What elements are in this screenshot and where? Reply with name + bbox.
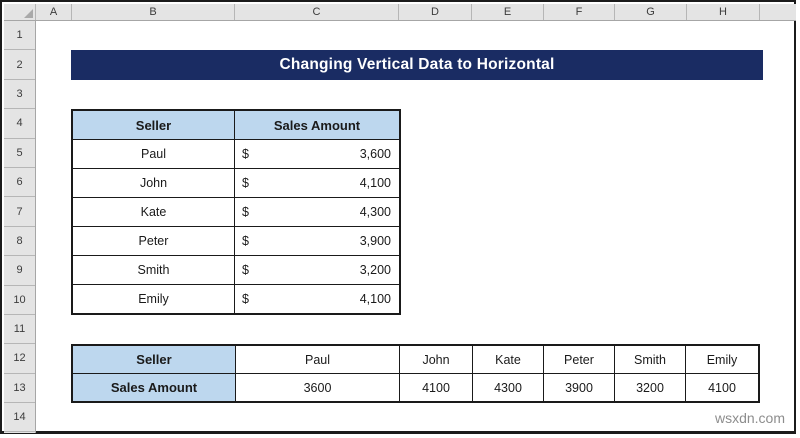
row-header-2[interactable]: 2: [4, 50, 35, 80]
seller-cell[interactable]: Kate: [73, 198, 234, 226]
row-header-14[interactable]: 14: [4, 403, 35, 433]
seller-cell[interactable]: Smith: [73, 256, 234, 284]
currency-symbol: $: [242, 176, 249, 190]
row-header-8[interactable]: 8: [4, 227, 35, 257]
amount-cell[interactable]: $ 4,300: [235, 198, 399, 226]
horizontal-table-label-sales-amount[interactable]: Sales Amount: [73, 374, 235, 401]
seller-cell[interactable]: Peter: [73, 227, 234, 255]
column-header-a[interactable]: A: [36, 4, 72, 20]
amount-value: 3,200: [359, 263, 391, 277]
row-header-3[interactable]: 3: [4, 80, 35, 110]
select-all-corner[interactable]: [4, 4, 36, 20]
seller-cell[interactable]: John: [400, 346, 472, 373]
amount-cell[interactable]: $ 3,200: [235, 256, 399, 284]
amount-cell[interactable]: $ 3,600: [235, 140, 399, 168]
horizontal-table-label-seller[interactable]: Seller: [73, 346, 235, 373]
currency-symbol: $: [242, 205, 249, 219]
amount-value: 3,600: [359, 147, 391, 161]
currency-symbol: $: [242, 147, 249, 161]
amount-cell[interactable]: $ 3,900: [235, 227, 399, 255]
amount-cell[interactable]: $ 4,100: [235, 285, 399, 313]
amount-cell[interactable]: $ 4,100: [235, 169, 399, 197]
row-header-7[interactable]: 7: [4, 197, 35, 227]
row-header-6[interactable]: 6: [4, 168, 35, 198]
column-header-i-partial[interactable]: [760, 4, 796, 20]
seller-cell[interactable]: Emily: [686, 346, 758, 373]
column-header-g[interactable]: G: [615, 4, 687, 20]
row-header-strip: 1 2 3 4 5 6 7 8 9 10 11 12 13 14: [4, 21, 36, 433]
amount-cell[interactable]: 4100: [686, 374, 758, 401]
currency-symbol: $: [242, 263, 249, 277]
currency-symbol: $: [242, 292, 249, 306]
vertical-table-header-sales-amount[interactable]: Sales Amount: [235, 111, 399, 139]
amount-cell[interactable]: 3600: [236, 374, 399, 401]
amount-cell[interactable]: 3900: [544, 374, 614, 401]
seller-cell[interactable]: John: [73, 169, 234, 197]
vertical-table: Seller Sales Amount Paul $ 3,600 John $ …: [71, 109, 401, 315]
seller-cell[interactable]: Peter: [544, 346, 614, 373]
column-header-f[interactable]: F: [544, 4, 615, 20]
amount-cell[interactable]: 3200: [615, 374, 685, 401]
row-header-4[interactable]: 4: [4, 109, 35, 139]
row-header-11[interactable]: 11: [4, 315, 35, 345]
column-header-h[interactable]: H: [687, 4, 760, 20]
seller-cell[interactable]: Paul: [73, 140, 234, 168]
row-header-12[interactable]: 12: [4, 344, 35, 374]
watermark-text: wsxdn.com: [714, 410, 785, 426]
row-header-13[interactable]: 13: [4, 374, 35, 404]
seller-cell[interactable]: Smith: [615, 346, 685, 373]
vertical-table-header-seller[interactable]: Seller: [73, 111, 234, 139]
amount-value: 3,900: [359, 234, 391, 248]
currency-symbol: $: [242, 234, 249, 248]
column-header-e[interactable]: E: [472, 4, 544, 20]
row-header-5[interactable]: 5: [4, 139, 35, 168]
amount-cell[interactable]: 4300: [473, 374, 543, 401]
column-header-c[interactable]: C: [235, 4, 399, 20]
column-header-b[interactable]: B: [72, 4, 235, 20]
row-header-10[interactable]: 10: [4, 286, 35, 315]
amount-cell[interactable]: 4100: [400, 374, 472, 401]
amount-value: 4,300: [359, 205, 391, 219]
amount-value: 4,100: [359, 176, 391, 190]
spreadsheet-frame: A B C D E F G H 1 2 3 4 5 6 7 8 9 10 11 …: [0, 0, 796, 434]
column-header-strip: A B C D E F G H: [4, 4, 796, 21]
select-all-triangle-icon: [24, 9, 33, 18]
horizontal-table: Seller Paul John Kate Peter Smith Emily …: [71, 344, 760, 403]
row-header-9[interactable]: 9: [4, 256, 35, 286]
amount-value: 4,100: [359, 292, 391, 306]
seller-cell[interactable]: Kate: [473, 346, 543, 373]
column-header-d[interactable]: D: [399, 4, 472, 20]
title-banner-cell[interactable]: Changing Vertical Data to Horizontal: [71, 50, 763, 80]
seller-cell[interactable]: Paul: [236, 346, 399, 373]
row-header-1[interactable]: 1: [4, 21, 35, 51]
seller-cell[interactable]: Emily: [73, 285, 234, 313]
